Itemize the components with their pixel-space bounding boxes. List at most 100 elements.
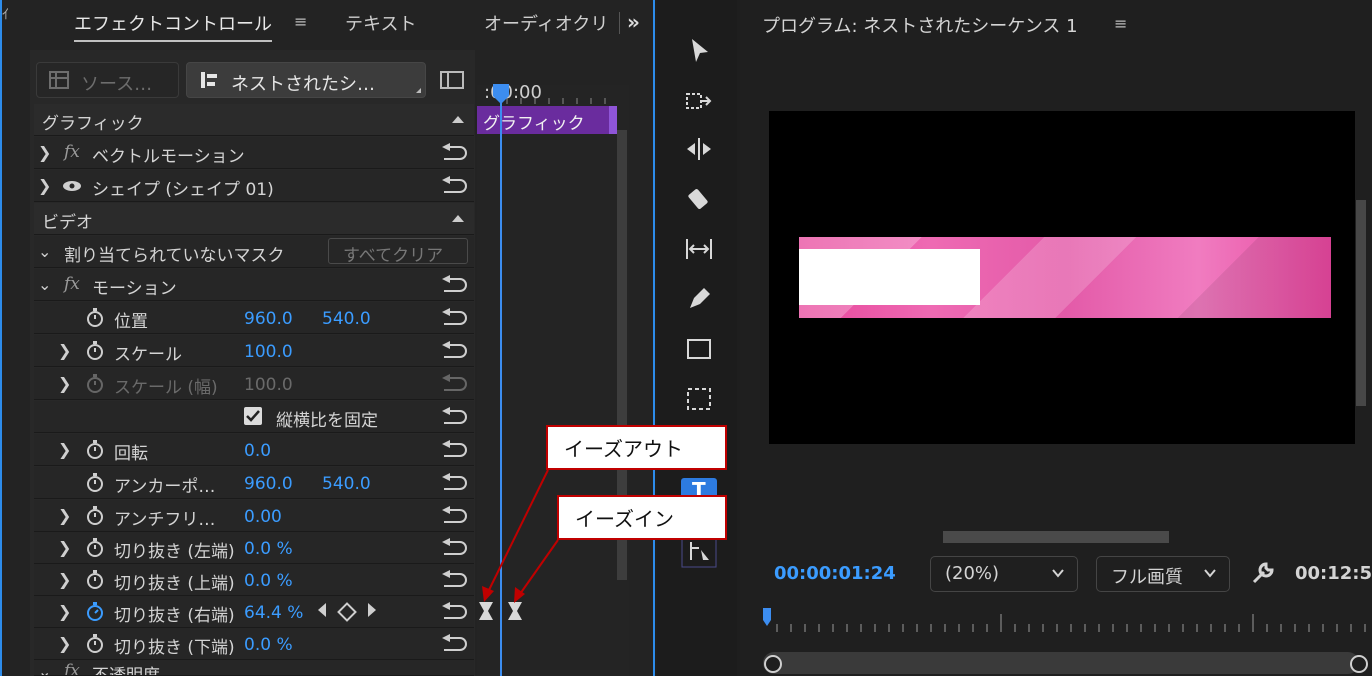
tab-effect-controls[interactable]: エフェクトコントロール — [74, 10, 272, 42]
uniform-scale-checkbox[interactable] — [244, 407, 262, 425]
slip-tool-icon[interactable] — [684, 234, 714, 264]
eye-icon[interactable] — [62, 180, 82, 192]
property-rotation[interactable]: ❯ 回転 0.0 — [34, 434, 474, 466]
rectangle-tool-icon[interactable] — [684, 334, 714, 364]
crop-bottom-value[interactable]: 0.0 % — [244, 635, 293, 655]
reset-icon[interactable] — [440, 570, 468, 590]
clear-all-button[interactable]: すべてクリア — [328, 238, 468, 266]
property-anchor-point[interactable]: アンカーポ… 960.0 540.0 — [34, 467, 474, 499]
chevron-down-icon[interactable]: ⌄ — [38, 275, 52, 295]
timeline-clip-end[interactable] — [609, 106, 617, 134]
reset-icon[interactable] — [440, 143, 468, 163]
chevron-right-icon[interactable]: ❯ — [58, 538, 72, 558]
anchor-x-value[interactable]: 960.0 — [244, 474, 293, 494]
fx-icon[interactable]: fx — [64, 661, 80, 675]
effect-motion[interactable]: ⌄ fx モーション — [34, 269, 474, 301]
chevron-right-icon[interactable]: ❯ — [58, 341, 72, 361]
property-crop-right[interactable]: ❯ 切り抜き (右端) 64.4 % — [34, 596, 474, 628]
playback-resolution-dropdown[interactable]: フル画質 — [1096, 556, 1230, 592]
scale-value[interactable]: 100.0 — [244, 342, 293, 362]
position-y-value[interactable]: 540.0 — [322, 309, 371, 329]
tab-text[interactable]: テキスト — [345, 10, 416, 36]
next-keyframe-icon[interactable] — [368, 603, 376, 617]
collapse-up-icon[interactable] — [452, 116, 464, 123]
reset-icon[interactable] — [440, 308, 468, 328]
property-crop-left[interactable]: ❯ 切り抜き (左端) 0.0 % — [34, 532, 474, 564]
stopwatch-icon[interactable] — [86, 440, 104, 460]
reset-icon[interactable] — [440, 176, 468, 196]
reset-icon[interactable] — [440, 506, 468, 526]
chevron-down-icon[interactable]: ⌄ — [38, 242, 52, 262]
reset-icon[interactable] — [440, 341, 468, 361]
effect-opacity[interactable]: ⌄ fx 不透明度 — [34, 660, 474, 676]
chevron-right-icon[interactable]: ❯ — [58, 634, 72, 654]
chevron-right-icon[interactable]: ❯ — [58, 374, 72, 394]
reset-icon[interactable] — [440, 538, 468, 558]
fx-icon[interactable]: fx — [64, 142, 80, 162]
reset-icon[interactable] — [440, 602, 468, 622]
anchor-y-value[interactable]: 540.0 — [322, 474, 371, 494]
zoom-scroll-right-handle[interactable] — [1350, 655, 1368, 673]
property-anti-flicker[interactable]: ❯ アンチフリ… 0.00 — [34, 500, 474, 532]
reset-icon[interactable] — [440, 440, 468, 460]
chevron-down-icon[interactable]: ⌄ — [38, 662, 52, 675]
chevron-right-icon[interactable]: ❯ — [58, 506, 72, 526]
stopwatch-icon[interactable] — [86, 341, 104, 361]
reset-icon[interactable] — [440, 634, 468, 654]
toggle-timeline-icon[interactable] — [440, 70, 464, 90]
expand-tool-icon[interactable] — [681, 536, 717, 568]
effect-shape[interactable]: ❯ シェイプ (シェイプ 01) — [34, 170, 474, 202]
add-keyframe-icon[interactable] — [337, 602, 357, 622]
chevron-right-icon[interactable]: ❯ — [58, 440, 72, 460]
position-x-value[interactable]: 960.0 — [244, 309, 293, 329]
effect-vector-motion[interactable]: ❯ fx ベクトルモーション — [34, 137, 474, 169]
section-graphic[interactable]: グラフィック — [34, 104, 474, 136]
current-timecode[interactable]: 00:00:01:24 — [774, 563, 896, 584]
unassigned-mask-row[interactable]: ⌄ 割り当てられていないマスク すべてクリア — [34, 236, 474, 268]
wrench-settings-icon[interactable] — [1250, 560, 1276, 586]
prev-keyframe-icon[interactable] — [318, 603, 326, 617]
anti-flicker-value[interactable]: 0.00 — [244, 507, 282, 527]
reset-icon[interactable] — [440, 275, 468, 295]
stopwatch-icon[interactable] — [86, 570, 104, 590]
selection-tool-icon[interactable] — [684, 36, 714, 66]
timeline-clip[interactable]: グラフィック — [477, 106, 609, 134]
reset-icon[interactable] — [440, 407, 468, 427]
collapse-up-icon[interactable] — [452, 215, 464, 222]
rotation-value[interactable]: 0.0 — [244, 441, 271, 461]
chevron-right-icon[interactable]: ❯ — [38, 176, 52, 196]
stopwatch-active-icon[interactable] — [86, 602, 104, 622]
property-position[interactable]: 位置 960.0 540.0 — [34, 302, 474, 334]
marquee-tool-icon[interactable] — [684, 384, 714, 414]
crop-top-value[interactable]: 0.0 % — [244, 571, 293, 591]
fx-icon[interactable]: fx — [64, 274, 80, 294]
track-select-tool-icon[interactable] — [684, 86, 714, 116]
stopwatch-icon[interactable] — [86, 473, 104, 493]
tab-audio-clip-mixer[interactable]: オーディオクリ — [484, 10, 608, 36]
ripple-edit-tool-icon[interactable] — [684, 134, 714, 164]
pen-tool-icon[interactable] — [684, 284, 714, 314]
program-time-ruler[interactable] — [763, 606, 1372, 636]
stopwatch-icon[interactable] — [86, 308, 104, 328]
property-crop-top[interactable]: ❯ 切り抜き (上端) 0.0 % — [34, 564, 474, 596]
program-monitor-title[interactable]: プログラム: ネストされたシーケンス 1 — [762, 12, 1078, 38]
section-video[interactable]: ビデオ — [34, 203, 474, 235]
stopwatch-icon[interactable] — [86, 634, 104, 654]
zoom-scroll-left-handle[interactable] — [764, 655, 782, 673]
chevron-right-icon[interactable]: ❯ — [38, 143, 52, 163]
chevron-right-icon[interactable]: ❯ — [58, 602, 72, 622]
property-scale[interactable]: ❯ スケール 100.0 — [34, 335, 474, 367]
sequence-clip-button[interactable]: ネストされたシ… — [186, 62, 426, 98]
playhead-handle-icon[interactable] — [491, 84, 511, 106]
program-horizontal-scrollbar[interactable] — [943, 531, 1169, 543]
property-crop-bottom[interactable]: ❯ 切り抜き (下端) 0.0 % — [34, 628, 474, 660]
reset-icon[interactable] — [440, 473, 468, 493]
program-menu-icon[interactable]: ≡ — [1114, 14, 1127, 33]
crop-left-value[interactable]: 0.0 % — [244, 539, 293, 559]
stopwatch-icon[interactable] — [86, 538, 104, 558]
zoom-level-dropdown[interactable]: (20%) — [930, 556, 1078, 592]
zoom-scroll-bar[interactable] — [763, 652, 1359, 674]
crop-right-value[interactable]: 64.4 % — [244, 603, 303, 623]
tab-overflow-icon[interactable]: » — [627, 10, 640, 34]
source-clip-button[interactable]: ソース… — [36, 62, 179, 98]
